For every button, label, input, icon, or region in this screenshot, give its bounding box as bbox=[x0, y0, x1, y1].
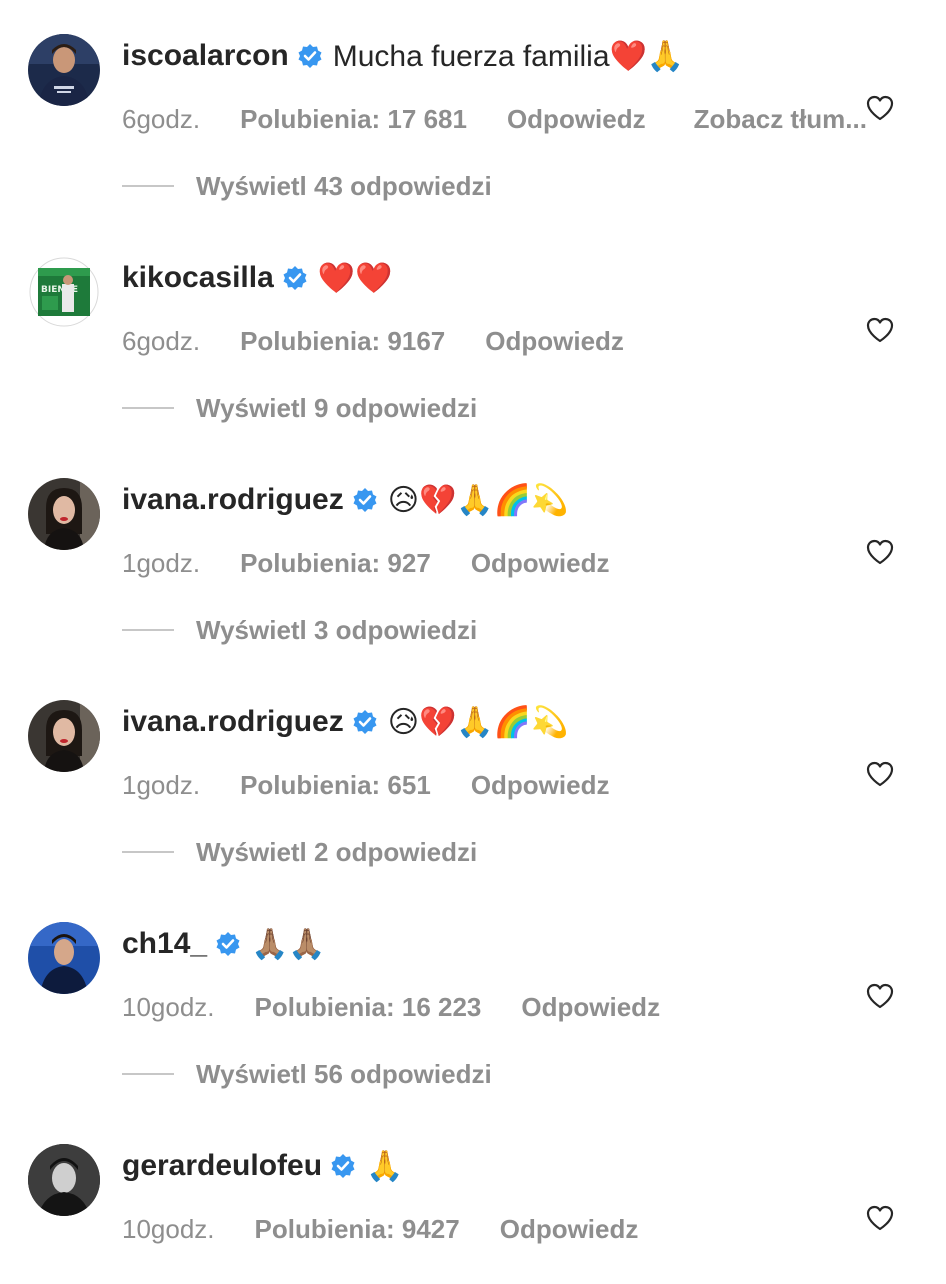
verified-badge-icon bbox=[297, 43, 323, 69]
comment-text: 🙏🏽🙏🏽 bbox=[251, 927, 326, 961]
avatar-green-badge-icon: BIENVE bbox=[28, 256, 100, 328]
likes-count[interactable]: Polubienia: 9167 bbox=[240, 326, 445, 357]
comment-text: ❤️❤️ bbox=[317, 261, 393, 295]
likes-count[interactable]: Polubienia: 9427 bbox=[255, 1214, 460, 1245]
avatar-man-blue-icon bbox=[28, 922, 100, 994]
reply-button[interactable]: Odpowiedz bbox=[507, 104, 646, 135]
view-replies-label: Wyświetl 43 odpowiedzi bbox=[196, 170, 492, 201]
like-heart-icon[interactable] bbox=[864, 980, 896, 1012]
avatar-woman-icon bbox=[28, 700, 100, 772]
reply-button[interactable]: Odpowiedz bbox=[471, 548, 610, 579]
avatar[interactable]: BIENVE bbox=[28, 256, 100, 328]
comment-item: ivana.rodriguez 😥💔🙏🌈💫 1godz. Polubienia:… bbox=[0, 700, 946, 840]
username[interactable]: iscoalarcon bbox=[122, 39, 289, 73]
avatar-man-bw-icon bbox=[28, 1144, 100, 1216]
username[interactable]: ivana.rodriguez bbox=[122, 483, 344, 517]
avatar[interactable] bbox=[28, 34, 100, 106]
view-replies-button[interactable]: Wyświetl 43 odpowiedzi bbox=[122, 166, 822, 206]
comment-text: 🙏 bbox=[366, 1149, 404, 1183]
like-heart-icon[interactable] bbox=[864, 758, 896, 790]
comment-text: Mucha fuerza familia❤️🙏 bbox=[332, 39, 685, 73]
view-replies-label: Wyświetl 3 odpowiedzi bbox=[196, 614, 478, 645]
avatar-woman-icon bbox=[28, 478, 100, 550]
reply-button[interactable]: Odpowiedz bbox=[521, 992, 660, 1023]
avatar[interactable] bbox=[28, 700, 100, 772]
comment-item: gerardeulofeu 🙏 10godz. Polubienia: 9427… bbox=[0, 1144, 946, 1284]
view-replies-button[interactable]: Wyświetl 3 odpowiedzi bbox=[122, 610, 822, 650]
like-heart-icon[interactable] bbox=[864, 314, 896, 346]
view-replies-button[interactable]: Wyświetl 9 odpowiedzi bbox=[122, 388, 822, 428]
like-heart-icon[interactable] bbox=[864, 536, 896, 568]
avatar[interactable] bbox=[28, 478, 100, 550]
comment-time: 6godz. bbox=[122, 104, 201, 134]
like-heart-icon[interactable] bbox=[864, 1202, 896, 1234]
reply-button[interactable]: Odpowiedz bbox=[500, 1214, 639, 1245]
comment-time: 1godz. bbox=[122, 770, 201, 800]
view-replies-button[interactable]: Wyświetl 2 odpowiedzi bbox=[122, 832, 822, 872]
divider bbox=[122, 185, 174, 187]
likes-count[interactable]: Polubienia: 16 223 bbox=[255, 992, 482, 1023]
comment-text: 😥💔🙏🌈💫 bbox=[387, 705, 569, 739]
verified-badge-icon bbox=[282, 265, 308, 291]
username[interactable]: ivana.rodriguez bbox=[122, 705, 344, 739]
avatar[interactable] bbox=[28, 1144, 100, 1216]
view-replies-label: Wyświetl 56 odpowiedzi bbox=[196, 1058, 492, 1089]
avatar[interactable] bbox=[28, 922, 100, 994]
see-translation-button[interactable]: Zobacz tłum... bbox=[694, 104, 867, 135]
divider bbox=[122, 1073, 174, 1075]
comment-time: 1godz. bbox=[122, 548, 201, 578]
comment-text: 😥💔🙏🌈💫 bbox=[387, 483, 569, 517]
reply-button[interactable]: Odpowiedz bbox=[471, 770, 610, 801]
reply-button[interactable]: Odpowiedz bbox=[485, 326, 624, 357]
comment-time: 10godz. bbox=[122, 1214, 215, 1244]
view-replies-button[interactable]: Wyświetl 56 odpowiedzi bbox=[122, 1054, 822, 1094]
verified-badge-icon bbox=[215, 931, 241, 957]
likes-count[interactable]: Polubienia: 927 bbox=[240, 548, 431, 579]
comment-item: ch14_ 🙏🏽🙏🏽 10godz. Polubienia: 16 223 Od… bbox=[0, 922, 946, 1062]
comment-item: ivana.rodriguez 😥💔🙏🌈💫 1godz. Polubienia:… bbox=[0, 478, 946, 618]
avatar-player-icon bbox=[28, 34, 100, 106]
likes-count[interactable]: Polubienia: 17 681 bbox=[240, 104, 467, 135]
divider bbox=[122, 629, 174, 631]
comment-time: 10godz. bbox=[122, 992, 215, 1022]
likes-count[interactable]: Polubienia: 651 bbox=[240, 770, 431, 801]
comment-item: BIENVE kikocasilla ❤️❤️ 6godz. Polubieni… bbox=[0, 256, 946, 396]
username[interactable]: kikocasilla bbox=[122, 261, 274, 295]
verified-badge-icon bbox=[352, 487, 378, 513]
username[interactable]: ch14_ bbox=[122, 927, 207, 961]
divider bbox=[122, 851, 174, 853]
view-replies-label: Wyświetl 2 odpowiedzi bbox=[196, 836, 478, 867]
verified-badge-icon bbox=[330, 1153, 356, 1179]
comment-item: iscoalarcon Mucha fuerza familia❤️🙏 6god… bbox=[0, 34, 946, 174]
divider bbox=[122, 407, 174, 409]
username[interactable]: gerardeulofeu bbox=[122, 1149, 322, 1183]
verified-badge-icon bbox=[352, 709, 378, 735]
view-replies-label: Wyświetl 9 odpowiedzi bbox=[196, 392, 478, 423]
like-heart-icon[interactable] bbox=[864, 92, 896, 124]
comment-time: 6godz. bbox=[122, 326, 201, 356]
